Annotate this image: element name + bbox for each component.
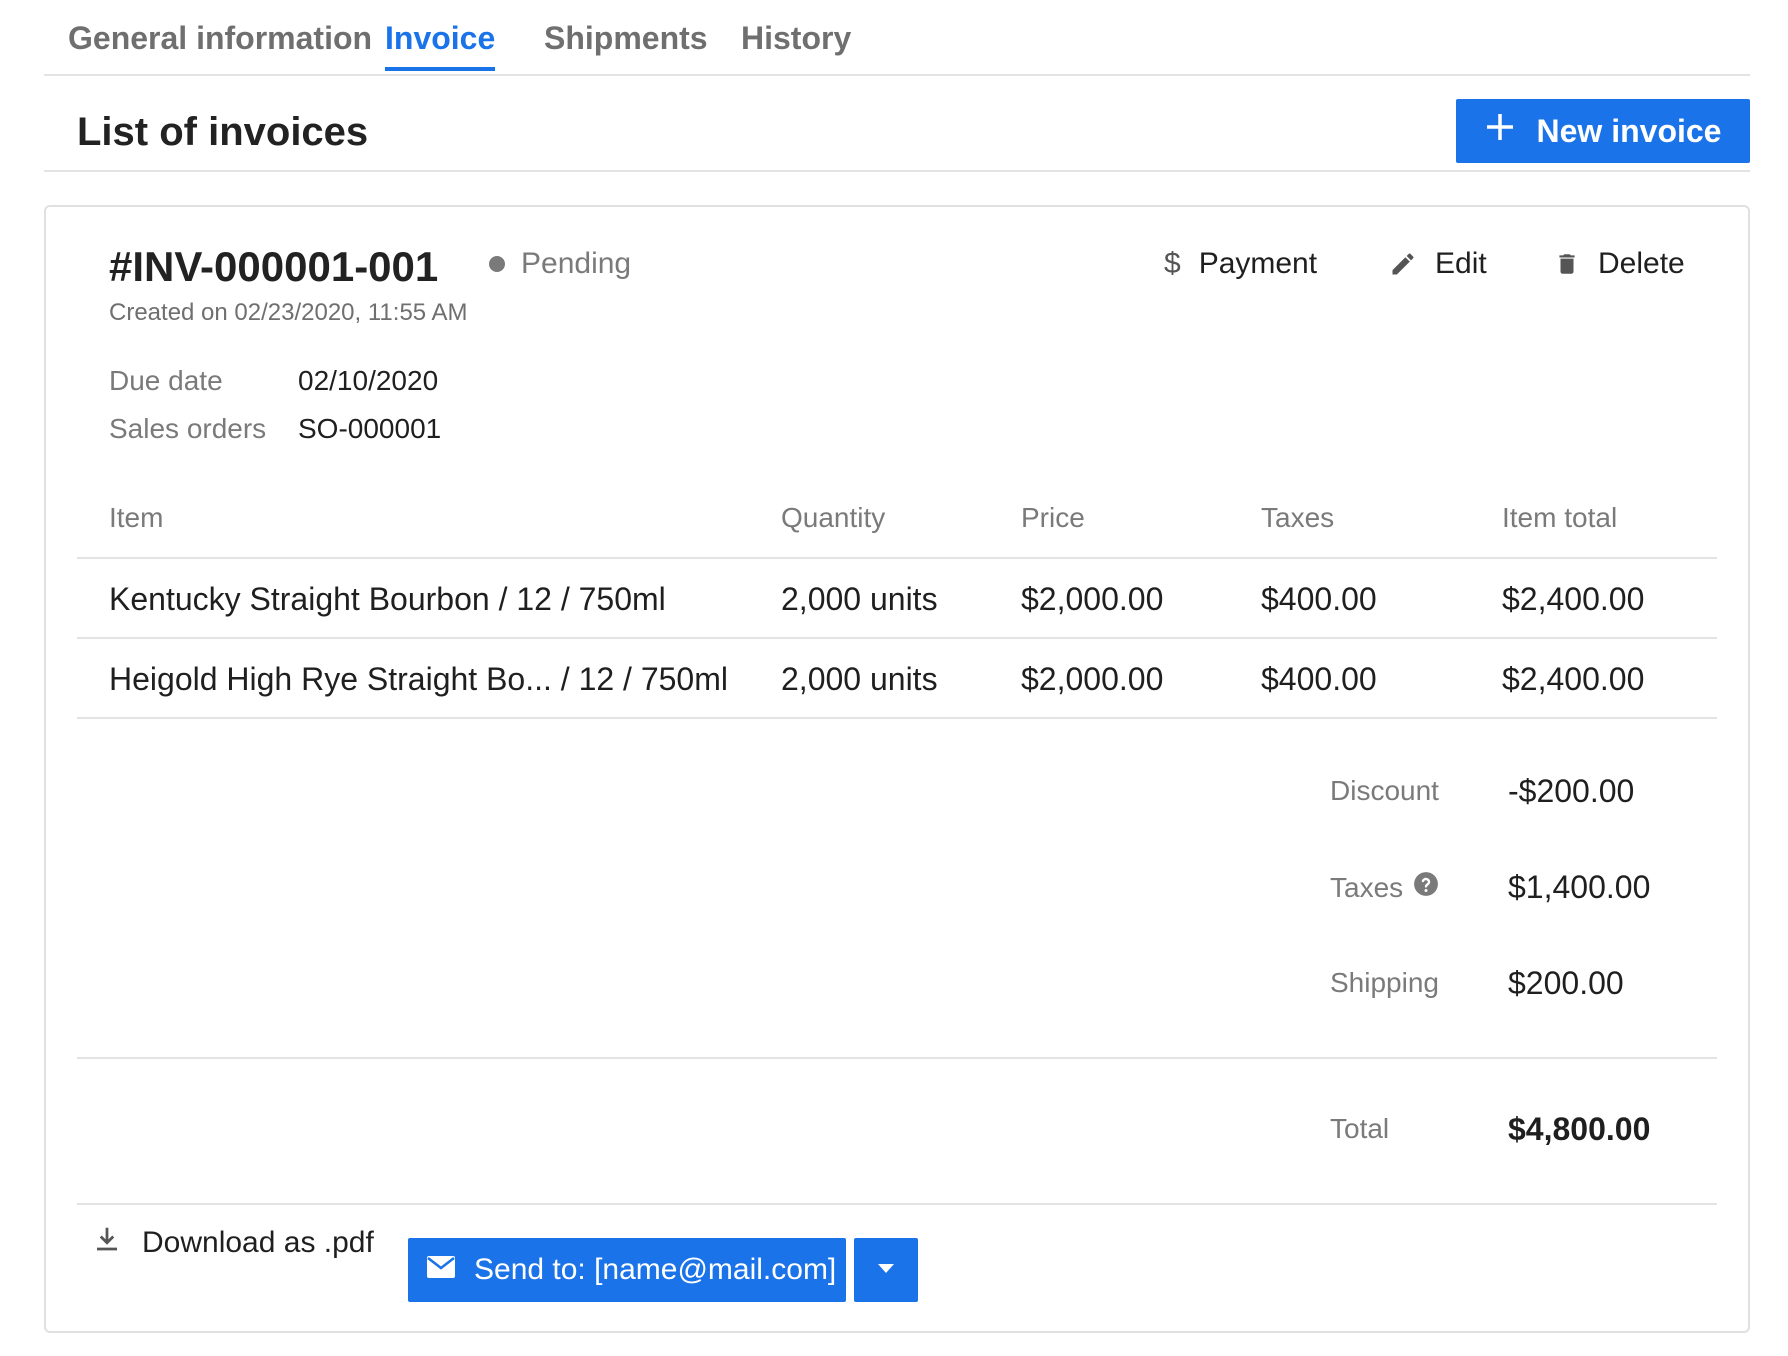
row-item-total: $2,400.00 (1502, 581, 1645, 617)
invoice-number: #INV-000001-001 (109, 243, 439, 290)
taxes-label: Taxes (1330, 871, 1439, 904)
row-price: $2,000.00 (1021, 661, 1164, 697)
shipping-label: Shipping (1330, 967, 1439, 998)
send-options-dropdown-button[interactable] (854, 1238, 918, 1302)
tab-bar: General information Invoice Shipments Hi… (44, 0, 1750, 76)
footer-divider (77, 1203, 1717, 1205)
edit-label: Edit (1435, 247, 1487, 280)
download-label: Download as .pdf (142, 1226, 374, 1259)
table-row: Kentucky Straight Bourbon / 12 / 750ml 2… (77, 559, 1717, 637)
send-to-label: Send to: [name@mail.com] (474, 1253, 837, 1286)
created-timestamp: Created on 02/23/2020, 11:55 AM (109, 299, 468, 326)
invoice-card: #INV-000001-001 Pending Created on 02/23… (44, 205, 1750, 1333)
download-icon (92, 1224, 122, 1262)
row-item: Heigold High Rye Straight Bo... / 12 / 7… (109, 661, 728, 697)
row-price: $2,000.00 (1021, 581, 1164, 617)
total-value: $4,800.00 (1508, 1111, 1651, 1147)
due-date-value: 02/10/2020 (298, 365, 439, 396)
caret-down-icon (877, 1263, 895, 1278)
payment-button[interactable]: $ Payment (1164, 247, 1317, 281)
row-item: Kentucky Straight Bourbon / 12 / 750ml (109, 581, 666, 617)
shipping-value: $200.00 (1508, 965, 1624, 1001)
edit-button[interactable]: Edit (1389, 247, 1487, 281)
page-title: List of invoices (77, 110, 369, 154)
column-header-item: Item (109, 502, 164, 533)
column-header-item-total: Item total (1502, 502, 1618, 533)
tab-invoice[interactable]: Invoice (385, 20, 496, 71)
summary-divider (77, 1057, 1717, 1059)
column-header-price: Price (1021, 502, 1085, 533)
row-item-total: $2,400.00 (1502, 661, 1645, 697)
list-header: List of invoices New invoice (44, 74, 1750, 172)
download-pdf-button[interactable]: Download as .pdf (92, 1224, 374, 1262)
plus-icon (1485, 112, 1515, 150)
column-header-quantity: Quantity (781, 502, 886, 533)
help-icon[interactable] (1413, 871, 1439, 904)
table-bottom-divider (77, 717, 1717, 719)
mail-icon (426, 1253, 456, 1287)
tab-history[interactable]: History (741, 20, 851, 67)
status-dot-icon (489, 256, 505, 272)
row-taxes: $400.00 (1261, 581, 1377, 617)
status-badge: Pending (489, 247, 631, 281)
new-invoice-label: New invoice (1536, 112, 1722, 149)
row-quantity: 2,000 units (781, 581, 938, 617)
payment-label: Payment (1198, 247, 1318, 280)
new-invoice-button[interactable]: New invoice (1456, 99, 1750, 163)
row-taxes: $400.00 (1261, 661, 1377, 697)
delete-button[interactable]: Delete (1554, 247, 1685, 281)
status-text: Pending (521, 247, 632, 280)
trash-icon (1554, 250, 1580, 278)
delete-label: Delete (1598, 247, 1685, 280)
send-to-button[interactable]: Send to: [name@mail.com] (408, 1238, 846, 1302)
table-row: Heigold High Rye Straight Bo... / 12 / 7… (77, 639, 1717, 717)
pencil-icon (1389, 250, 1417, 278)
sales-orders-label: Sales orders (109, 413, 267, 444)
total-label: Total (1330, 1113, 1390, 1144)
row-quantity: 2,000 units (781, 661, 938, 697)
tab-shipments[interactable]: Shipments (544, 20, 708, 67)
due-date-label: Due date (109, 365, 223, 396)
taxes-value: $1,400.00 (1508, 869, 1651, 905)
column-header-taxes: Taxes (1261, 502, 1335, 533)
sales-orders-value[interactable]: SO-000001 (298, 413, 441, 445)
tab-general-information[interactable]: General information (68, 20, 372, 67)
discount-label: Discount (1330, 775, 1439, 806)
dollar-icon: $ (1164, 247, 1181, 280)
discount-value: -$200.00 (1508, 773, 1635, 809)
